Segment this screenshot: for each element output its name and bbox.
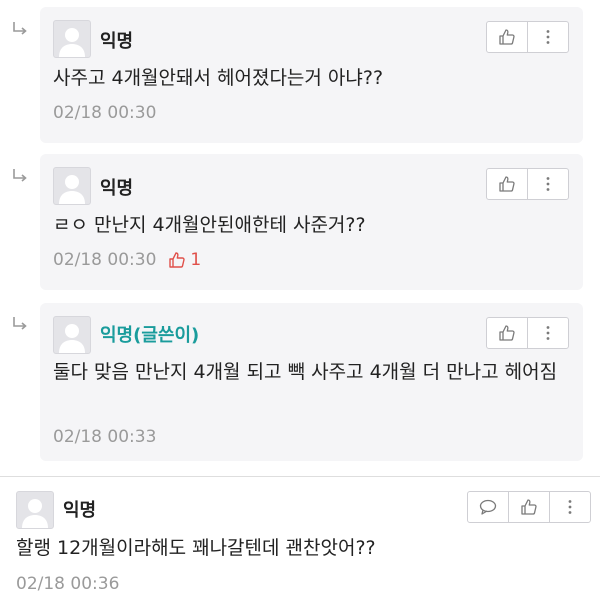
- thumbs-up-icon: [521, 499, 537, 515]
- default-avatar-icon: [53, 20, 91, 58]
- reply-comment: 익명 ㄹㅇ 만난지 4개월안된애한테 사준거?? 02/18 00:30 1: [0, 150, 600, 300]
- thumbs-up-icon: [499, 29, 515, 45]
- comment-time: 02/18 00:36: [16, 574, 120, 594]
- comment-text: 사주고 4개월안돼서 헤어졌다는거 아냐??: [53, 67, 384, 89]
- comment-actions: [467, 491, 591, 523]
- comment-text: ㄹㅇ 만난지 4개월안된애한테 사준거??: [53, 214, 366, 236]
- reply-button[interactable]: [468, 492, 508, 522]
- more-vertical-icon: [546, 177, 550, 191]
- comment-author-op: 익명(글쓴이): [100, 325, 200, 346]
- more-button[interactable]: [527, 318, 568, 348]
- reply-comment: 익명 사주고 4개월안돼서 헤어졌다는거 아냐?? 02/18 00:30: [0, 0, 600, 150]
- like-count: 1: [168, 250, 201, 270]
- comment-actions: [486, 168, 569, 200]
- comment-actions: [486, 21, 569, 53]
- comment-meta: 02/18 00:30 1: [53, 250, 201, 270]
- reply-arrow-icon: [10, 167, 30, 183]
- comment-actions: [486, 317, 569, 349]
- comment-text: 할랭 12개월이라해도 꽤나갈텐데 괜찬앗어??: [16, 537, 376, 559]
- comment-text: 둘다 맞음 만난지 4개월 되고 빽 사주고 4개월 더 만나고 헤어짐: [53, 361, 558, 383]
- like-button[interactable]: [487, 22, 527, 52]
- default-avatar-icon: [53, 316, 91, 354]
- thumbs-up-icon: [499, 176, 515, 192]
- reply-arrow-icon: [10, 315, 30, 331]
- more-vertical-icon: [546, 326, 550, 340]
- comment: 익명 할랭 12개월이라해도 꽤나갈텐데 괜찬앗어?? 02/18 00:36: [0, 477, 600, 610]
- comment-author: 익명: [63, 500, 97, 521]
- like-button[interactable]: [487, 318, 527, 348]
- comment-meta: 02/18 00:33: [53, 427, 156, 447]
- speech-bubble-icon: [479, 499, 497, 515]
- thumbs-up-icon: [169, 252, 186, 268]
- comment-card: 익명(글쓴이) 둘다 맞음 만난지 4개월 되고 빽 사주고 4개월 더 만나고…: [40, 303, 583, 461]
- like-count-value: 1: [190, 250, 202, 270]
- more-button[interactable]: [527, 169, 568, 199]
- comment-author: 익명: [100, 31, 134, 52]
- reply-comment: 익명(글쓴이) 둘다 맞음 만난지 4개월 되고 빽 사주고 4개월 더 만나고…: [0, 300, 600, 470]
- comment-time: 02/18 00:30: [53, 103, 157, 123]
- default-avatar-icon: [16, 491, 54, 529]
- comment-time: 02/18 00:30: [53, 250, 157, 270]
- comment-meta: 02/18 00:36: [16, 574, 119, 594]
- comment-meta: 02/18 00:30: [53, 103, 156, 123]
- more-vertical-icon: [568, 500, 572, 514]
- comment-card: 익명 ㄹㅇ 만난지 4개월안된애한테 사준거?? 02/18 00:30 1: [40, 154, 583, 290]
- comment-author: 익명: [100, 178, 134, 199]
- comment-card: 익명 사주고 4개월안돼서 헤어졌다는거 아냐?? 02/18 00:30: [40, 7, 583, 143]
- more-button[interactable]: [549, 492, 590, 522]
- default-avatar-icon: [53, 167, 91, 205]
- reply-arrow-icon: [10, 20, 30, 36]
- more-vertical-icon: [546, 30, 550, 44]
- like-button[interactable]: [508, 492, 549, 522]
- thumbs-up-icon: [499, 325, 515, 341]
- comment-time: 02/18 00:33: [53, 427, 157, 447]
- like-button[interactable]: [487, 169, 527, 199]
- more-button[interactable]: [527, 22, 568, 52]
